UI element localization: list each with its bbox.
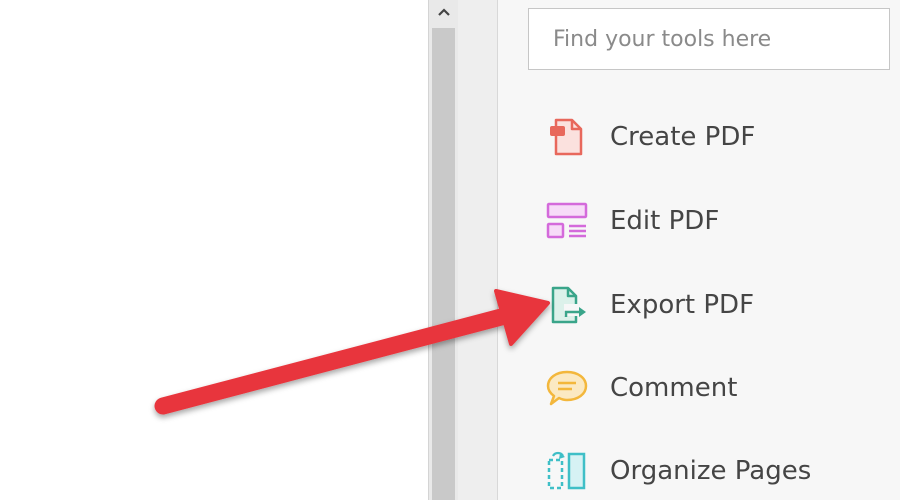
tools-pane: Create PDF Edit PDF bbox=[498, 0, 900, 500]
tool-organize-pages[interactable]: Organize Pages bbox=[542, 446, 811, 496]
tool-create-pdf[interactable]: Create PDF bbox=[542, 112, 755, 162]
organize-pages-icon bbox=[542, 446, 592, 496]
pane-divider bbox=[458, 0, 498, 500]
tool-label: Edit PDF bbox=[610, 206, 720, 236]
tools-search-input[interactable] bbox=[528, 8, 890, 70]
comment-icon bbox=[542, 363, 592, 413]
document-area bbox=[0, 0, 428, 500]
tool-label: Export PDF bbox=[610, 290, 755, 320]
scroll-up-button[interactable] bbox=[429, 0, 458, 24]
export-pdf-icon bbox=[542, 280, 592, 330]
app-window: Create PDF Edit PDF bbox=[0, 0, 900, 500]
edit-pdf-icon bbox=[542, 196, 592, 246]
chevron-up-icon bbox=[437, 8, 450, 16]
vertical-scrollbar[interactable] bbox=[428, 0, 458, 500]
tool-comment[interactable]: Comment bbox=[542, 363, 737, 413]
tool-label: Organize Pages bbox=[610, 456, 812, 486]
tool-export-pdf[interactable]: Export PDF bbox=[542, 280, 754, 330]
tool-label: Comment bbox=[610, 373, 738, 403]
scrollbar-thumb[interactable] bbox=[432, 28, 455, 500]
tool-label: Create PDF bbox=[610, 122, 756, 152]
create-pdf-icon bbox=[542, 112, 592, 162]
tool-edit-pdf[interactable]: Edit PDF bbox=[542, 196, 719, 246]
